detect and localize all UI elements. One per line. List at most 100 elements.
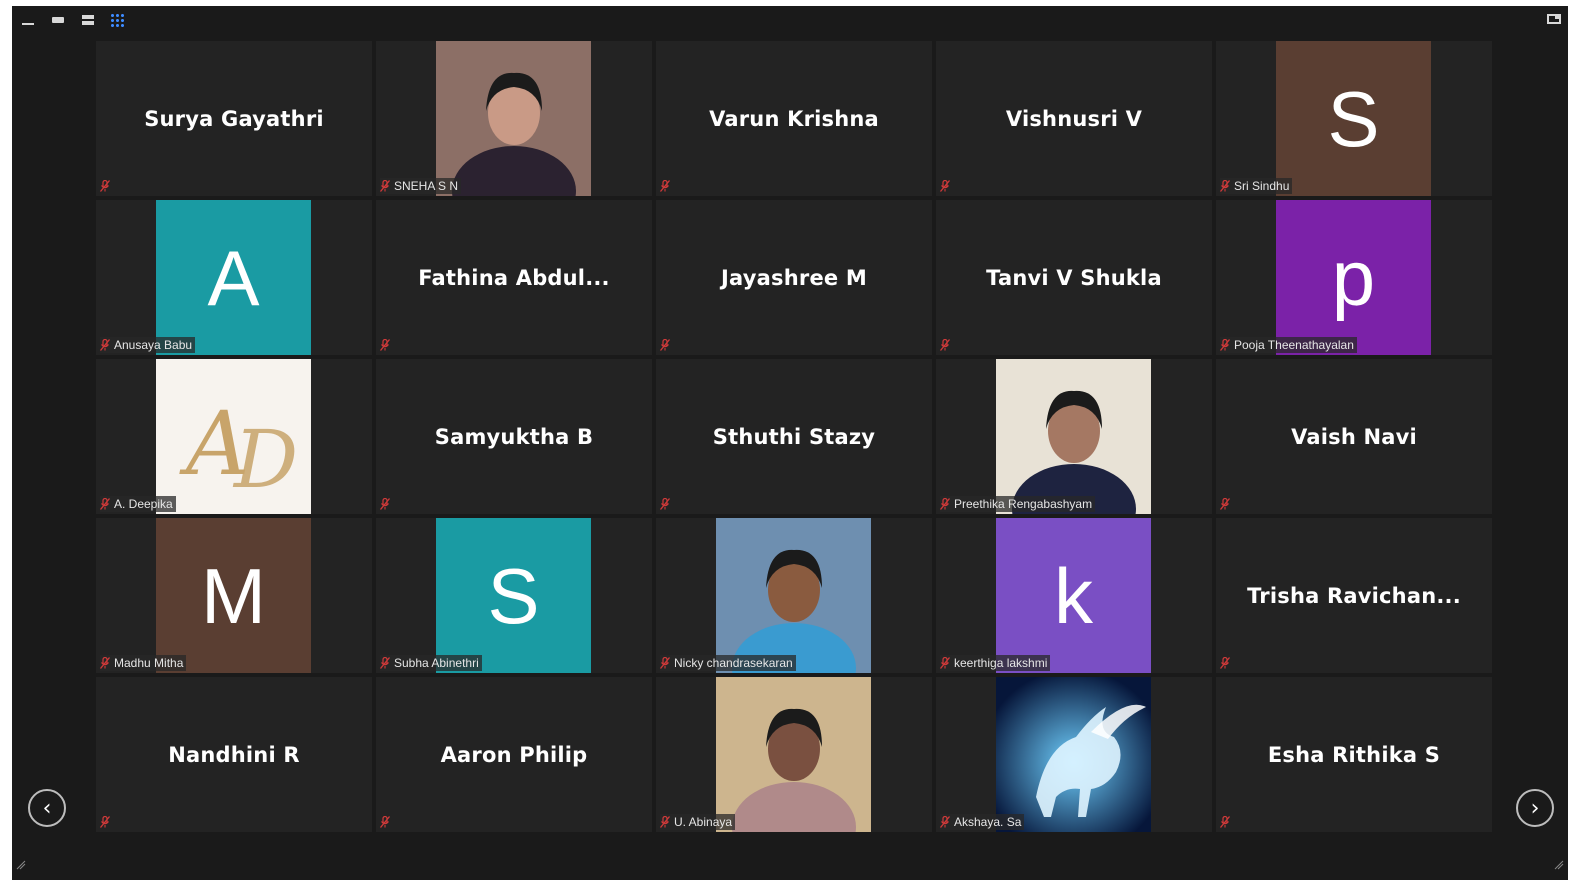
participant-label: keerthiga lakshmi (940, 655, 1051, 671)
participant-name: Samyuktha B (434, 424, 594, 449)
participant-tile[interactable]: Jayashree M (656, 200, 932, 355)
previous-page-button[interactable]: ‹ (28, 789, 66, 827)
participant-tile[interactable]: Vishnusri V (936, 41, 1212, 196)
mic-muted-icon (940, 657, 950, 669)
participant-label-text: Subha Abinethri (394, 656, 479, 670)
participant-label: Madhu Mitha (100, 655, 187, 671)
mic-muted-icon (380, 498, 390, 510)
participant-label (660, 496, 673, 512)
next-page-button[interactable]: › (1516, 789, 1554, 827)
mic-muted-icon (1220, 657, 1230, 669)
participant-name: Varun Krishna (709, 106, 879, 131)
participant-tile[interactable]: Samyuktha B (376, 359, 652, 514)
participant-label (660, 178, 673, 194)
participant-label-text: Akshaya. Sa (954, 815, 1022, 829)
avatar-initial: S (1327, 74, 1380, 163)
participant-label (940, 178, 953, 194)
participant-tile[interactable]: S Subha Abinethri (376, 518, 652, 673)
participant-label-text: U. Abinaya (674, 815, 733, 829)
participant-name: Vaish Navi (1291, 424, 1417, 449)
video-feed (716, 518, 871, 673)
mic-muted-icon (940, 498, 950, 510)
mic-muted-icon (380, 657, 390, 669)
participant-label: Sri Sindhu (1220, 178, 1293, 194)
video-feed (436, 41, 591, 196)
participant-name: Sthuthi Stazy (712, 424, 876, 449)
minimize-icon[interactable] (20, 12, 36, 28)
participant-tile[interactable]: U. Abinaya (656, 677, 932, 832)
participant-tile[interactable]: A Anusaya Babu (96, 200, 372, 355)
participant-label (1220, 655, 1233, 671)
avatar: S (436, 518, 591, 673)
speaker-view-icon[interactable] (50, 12, 66, 28)
participant-tile[interactable]: Akshaya. Sa (936, 677, 1212, 832)
resize-grip-icon[interactable] (1554, 860, 1564, 870)
mic-muted-icon (100, 339, 110, 351)
participant-tile[interactable]: Esha Rithika S (1216, 677, 1492, 832)
video-feed (716, 677, 871, 832)
participant-tile[interactable]: Nicky chandrasekaran (656, 518, 932, 673)
participant-tile[interactable]: p Pooja Theenathayalan (1216, 200, 1492, 355)
strip-view-icon[interactable] (80, 12, 96, 28)
participant-label: Preethika Rengabashyam (940, 496, 1096, 512)
mic-muted-icon (660, 180, 670, 192)
participant-label-text: SNEHA S N (394, 179, 459, 193)
resize-grip-icon[interactable] (16, 860, 26, 870)
participant-tile[interactable]: Aaron Philip (376, 677, 652, 832)
participant-label (380, 814, 393, 830)
profile-picture: AD (156, 359, 311, 514)
participant-label (380, 496, 393, 512)
participant-label (1220, 496, 1233, 512)
gallery-grid: Surya Gayathri SNEHA S N Varun Krishna Vish… (96, 41, 1492, 832)
participant-label: Akshaya. Sa (940, 814, 1025, 830)
participant-tile[interactable]: S Sri Sindhu (1216, 41, 1492, 196)
participant-tile[interactable]: k keerthiga lakshmi (936, 518, 1212, 673)
participant-name: Vishnusri V (1005, 106, 1143, 131)
participant-name: Fathina Abdul... (418, 265, 610, 290)
participant-tile[interactable]: M Madhu Mitha (96, 518, 372, 673)
participant-tile[interactable]: Vaish Navi (1216, 359, 1492, 514)
participant-label (940, 337, 953, 353)
exit-fullscreen-icon[interactable] (1546, 12, 1562, 26)
avatar-initial: k (1054, 551, 1093, 640)
mic-muted-icon (100, 498, 110, 510)
mic-muted-icon (1220, 180, 1230, 192)
mic-muted-icon (100, 657, 110, 669)
participant-label: Subha Abinethri (380, 655, 482, 671)
participant-name: Jayashree M (721, 265, 867, 290)
chevron-left-icon: ‹ (42, 795, 52, 821)
avatar: M (156, 518, 311, 673)
participant-label: Anusaya Babu (100, 337, 196, 353)
participant-label-text: keerthiga lakshmi (954, 656, 1048, 670)
mic-muted-icon (1220, 498, 1230, 510)
mic-muted-icon (940, 180, 950, 192)
mic-muted-icon (380, 180, 390, 192)
participant-tile[interactable]: SNEHA S N (376, 41, 652, 196)
participant-tile[interactable]: Tanvi V Shukla (936, 200, 1212, 355)
avatar: k (996, 518, 1151, 673)
participant-label-text: Madhu Mitha (114, 656, 184, 670)
mic-muted-icon (100, 816, 110, 828)
participant-label (100, 814, 113, 830)
participant-tile[interactable]: Varun Krishna (656, 41, 932, 196)
participant-tile[interactable]: Preethika Rengabashyam (936, 359, 1212, 514)
participant-label (100, 178, 113, 194)
participant-tile[interactable]: A D A. Deepika (96, 359, 372, 514)
mic-muted-icon (660, 498, 670, 510)
gallery-view-icon[interactable] (110, 13, 125, 28)
mic-muted-icon (380, 339, 390, 351)
avatar-initial: M (201, 551, 266, 640)
participant-name: Nandhini R (168, 742, 300, 767)
participant-label: SNEHA S N (380, 178, 462, 194)
mic-muted-icon (380, 816, 390, 828)
profile-picture (996, 677, 1151, 832)
participant-tile[interactable]: Trisha Ravichan... (1216, 518, 1492, 673)
participant-tile[interactable]: Surya Gayathri (96, 41, 372, 196)
participant-label: Pooja Theenathayalan (1220, 337, 1357, 353)
participant-tile[interactable]: Nandhini R (96, 677, 372, 832)
participant-tile[interactable]: Sthuthi Stazy (656, 359, 932, 514)
participant-tile[interactable]: Fathina Abdul... (376, 200, 652, 355)
participant-label-text: Preethika Rengabashyam (954, 497, 1093, 511)
video-feed (996, 359, 1151, 514)
mic-muted-icon (1220, 816, 1230, 828)
